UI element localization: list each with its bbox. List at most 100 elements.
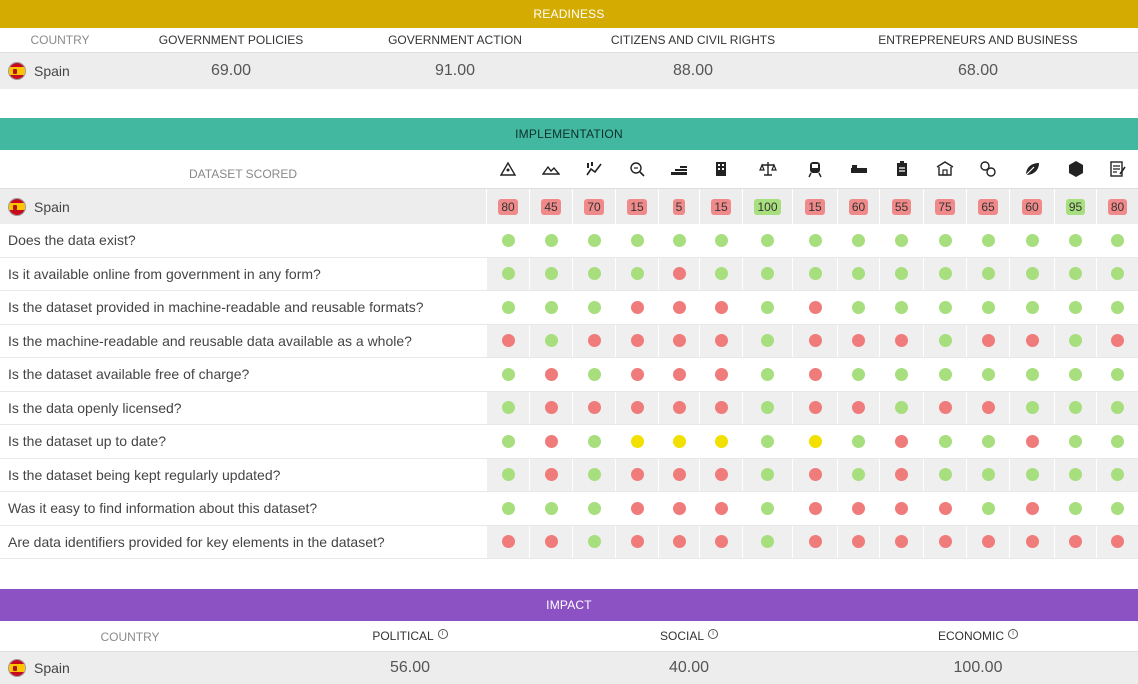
answer-cell[interactable] bbox=[742, 425, 792, 458]
country-cell[interactable]: Spain bbox=[0, 189, 486, 224]
answer-cell[interactable] bbox=[615, 492, 658, 525]
info-icon[interactable]: i bbox=[437, 629, 448, 639]
answer-cell[interactable] bbox=[615, 291, 658, 324]
answer-cell[interactable] bbox=[486, 257, 529, 290]
dataset-score-cell[interactable]: 100 bbox=[742, 189, 792, 224]
answer-cell[interactable] bbox=[837, 358, 879, 391]
answer-cell[interactable] bbox=[658, 492, 699, 525]
answer-cell[interactable] bbox=[966, 224, 1009, 257]
answer-cell[interactable] bbox=[1054, 257, 1096, 290]
answer-cell[interactable] bbox=[486, 391, 529, 424]
answer-cell[interactable] bbox=[742, 525, 792, 558]
answer-cell[interactable] bbox=[529, 492, 572, 525]
answer-cell[interactable] bbox=[486, 324, 529, 357]
answer-cell[interactable] bbox=[1009, 425, 1054, 458]
country-cell[interactable]: Spain bbox=[0, 62, 120, 80]
answer-cell[interactable] bbox=[572, 324, 615, 357]
dataset-score-cell[interactable]: 95 bbox=[1054, 189, 1096, 224]
dataset-score-cell[interactable]: 80 bbox=[486, 189, 529, 224]
answer-cell[interactable] bbox=[742, 358, 792, 391]
answer-cell[interactable] bbox=[658, 525, 699, 558]
land-icon[interactable] bbox=[529, 150, 572, 188]
elections-icon[interactable] bbox=[1054, 150, 1096, 188]
answer-cell[interactable] bbox=[1054, 324, 1096, 357]
answer-cell[interactable] bbox=[615, 257, 658, 290]
spending-icon[interactable] bbox=[658, 150, 699, 188]
answer-cell[interactable] bbox=[966, 291, 1009, 324]
answer-cell[interactable] bbox=[1009, 525, 1054, 558]
answer-cell[interactable] bbox=[1096, 224, 1138, 257]
answer-cell[interactable] bbox=[699, 257, 742, 290]
answer-cell[interactable] bbox=[1096, 458, 1138, 491]
answer-cell[interactable] bbox=[923, 425, 966, 458]
answer-cell[interactable] bbox=[1054, 425, 1096, 458]
budget-icon[interactable] bbox=[615, 150, 658, 188]
answer-cell[interactable] bbox=[966, 358, 1009, 391]
answer-cell[interactable] bbox=[486, 291, 529, 324]
answer-cell[interactable] bbox=[1096, 291, 1138, 324]
dataset-score-cell[interactable]: 55 bbox=[879, 189, 923, 224]
country-name[interactable]: Spain bbox=[34, 660, 70, 676]
answer-cell[interactable] bbox=[699, 324, 742, 357]
dataset-score-cell[interactable]: 15 bbox=[792, 189, 837, 224]
answer-cell[interactable] bbox=[1096, 257, 1138, 290]
answer-cell[interactable] bbox=[923, 391, 966, 424]
answer-cell[interactable] bbox=[1009, 257, 1054, 290]
readiness-country-row[interactable]: Spain 69.00 91.00 88.00 68.00 bbox=[0, 52, 1138, 89]
answer-cell[interactable] bbox=[529, 257, 572, 290]
answer-cell[interactable] bbox=[792, 224, 837, 257]
answer-cell[interactable] bbox=[1054, 391, 1096, 424]
education-icon[interactable] bbox=[879, 150, 923, 188]
answer-cell[interactable] bbox=[1009, 224, 1054, 257]
answer-cell[interactable] bbox=[615, 458, 658, 491]
dataset-score-cell[interactable]: 15 bbox=[699, 189, 742, 224]
answer-cell[interactable] bbox=[486, 525, 529, 558]
answer-cell[interactable] bbox=[699, 425, 742, 458]
answer-cell[interactable] bbox=[837, 492, 879, 525]
answer-cell[interactable] bbox=[486, 224, 529, 257]
answer-cell[interactable] bbox=[923, 224, 966, 257]
answer-cell[interactable] bbox=[792, 391, 837, 424]
answer-cell[interactable] bbox=[658, 324, 699, 357]
political-header[interactable]: POLITICAL i bbox=[260, 629, 560, 643]
answer-cell[interactable] bbox=[966, 492, 1009, 525]
dataset-score-cell[interactable]: 70 bbox=[572, 189, 615, 224]
answer-cell[interactable] bbox=[1096, 391, 1138, 424]
impact-country-row[interactable]: Spain 56.00 40.00 100.00 bbox=[0, 651, 1138, 684]
answer-cell[interactable] bbox=[923, 458, 966, 491]
answer-cell[interactable] bbox=[923, 324, 966, 357]
answer-cell[interactable] bbox=[1096, 492, 1138, 525]
answer-cell[interactable] bbox=[529, 324, 572, 357]
implementation-country-row[interactable]: Spain 80 45 70 15 5 15 100 15 60 55 75 65 60 95 80 bbox=[0, 188, 1138, 224]
answer-cell[interactable] bbox=[1009, 358, 1054, 391]
answer-cell[interactable] bbox=[529, 224, 572, 257]
answer-cell[interactable] bbox=[486, 492, 529, 525]
answer-cell[interactable] bbox=[699, 458, 742, 491]
answer-cell[interactable] bbox=[792, 324, 837, 357]
answer-cell[interactable] bbox=[792, 458, 837, 491]
answer-cell[interactable] bbox=[486, 358, 529, 391]
impact-country-header[interactable]: COUNTRY bbox=[0, 628, 260, 644]
answer-cell[interactable] bbox=[879, 257, 923, 290]
answer-cell[interactable] bbox=[658, 391, 699, 424]
answer-cell[interactable] bbox=[1096, 425, 1138, 458]
answer-cell[interactable] bbox=[837, 458, 879, 491]
answer-cell[interactable] bbox=[699, 492, 742, 525]
dataset-score-cell[interactable]: 60 bbox=[1009, 189, 1054, 224]
answer-cell[interactable] bbox=[529, 425, 572, 458]
dataset-score-cell[interactable]: 75 bbox=[923, 189, 966, 224]
answer-cell[interactable] bbox=[572, 391, 615, 424]
environment-icon[interactable] bbox=[1009, 150, 1054, 188]
answer-cell[interactable] bbox=[837, 224, 879, 257]
answer-cell[interactable] bbox=[837, 425, 879, 458]
economic-header[interactable]: ECONOMIC i bbox=[818, 629, 1138, 643]
social-header[interactable]: SOCIAL i bbox=[560, 629, 818, 643]
answer-cell[interactable] bbox=[699, 358, 742, 391]
answer-cell[interactable] bbox=[879, 391, 923, 424]
dataset-score-cell[interactable]: 5 bbox=[658, 189, 699, 224]
answer-cell[interactable] bbox=[879, 291, 923, 324]
info-icon[interactable]: i bbox=[708, 629, 718, 639]
stats-icon[interactable] bbox=[572, 150, 615, 188]
dataset-score-cell[interactable]: 15 bbox=[615, 189, 658, 224]
answer-cell[interactable] bbox=[658, 291, 699, 324]
